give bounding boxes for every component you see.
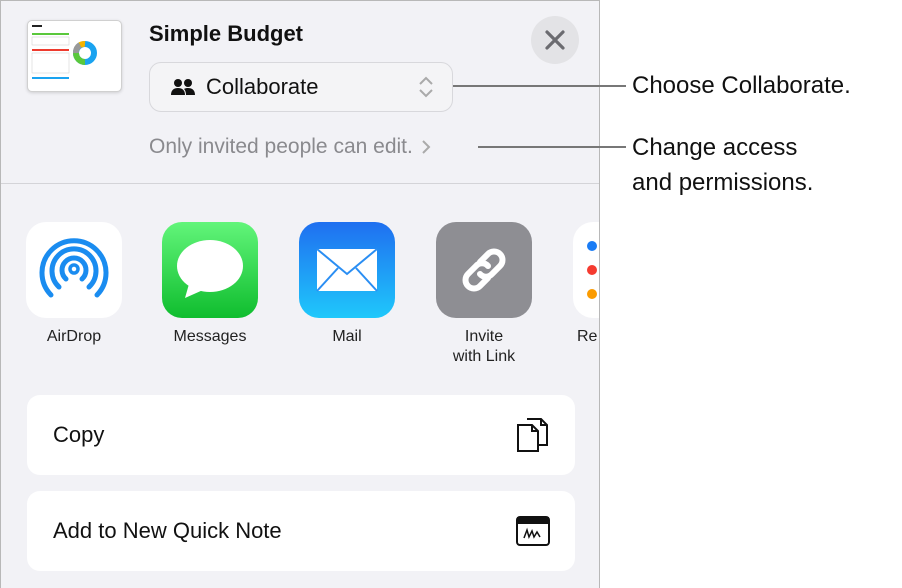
access-text: Only invited people can edit. [149,135,413,158]
copy-icon [517,418,548,452]
link-icon [436,222,532,318]
callout-access-line2: and permissions. [632,169,814,196]
share-sheet: Simple Budget Collaborate Only invited p… [0,0,600,588]
app-label: Re [577,328,598,345]
airdrop-icon [26,222,122,318]
callout-access: Change access and permissions. [632,130,813,200]
callout-line [453,85,626,87]
callout-collaborate: Choose Collaborate. [632,72,851,99]
app-label: Mail [332,328,362,345]
share-app-airdrop[interactable]: AirDrop [26,222,122,347]
share-app-messages[interactable]: Messages [162,222,258,347]
chevron-up-down-icon [419,76,433,98]
share-app-reminders[interactable]: Re [573,222,599,347]
app-label-line2: with Link [452,348,516,365]
app-label: AirDrop [46,328,102,345]
chevron-right-icon [422,140,431,154]
mail-icon [299,222,395,318]
document-thumbnail [27,20,122,92]
document-title: Simple Budget [149,21,304,46]
budget-spreadsheet-thumbnail [31,25,97,79]
quick-note-action[interactable]: Add to New Quick Note [27,491,575,571]
share-mode-label: Collaborate [206,74,319,99]
people-icon [171,79,195,95]
quick-note-label: Add to New Quick Note [53,518,282,543]
close-icon [545,30,565,50]
copy-label: Copy [53,422,105,447]
close-button[interactable] [531,16,579,64]
share-app-invite-with-link[interactable]: Invite with Link [436,222,532,367]
app-label-line1: Invite [464,328,504,345]
copy-action[interactable]: Copy [27,395,575,475]
divider [1,183,599,184]
access-permissions-link[interactable]: Only invited people can edit. [149,135,431,159]
app-label: Messages [173,328,247,345]
callout-access-line1: Change access [632,134,798,161]
reminders-icon [573,222,599,318]
quick-note-icon [516,516,550,546]
callout-line [478,146,626,148]
share-mode-select[interactable]: Collaborate [149,62,453,112]
share-app-mail[interactable]: Mail [299,222,395,347]
app-label: Invite with Link [416,327,552,367]
messages-icon [162,222,258,318]
